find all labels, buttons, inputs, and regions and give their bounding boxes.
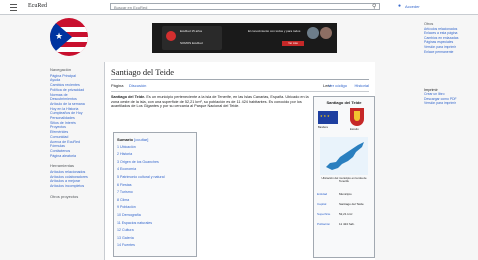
intro-bold: Santiago del Teide. xyxy=(111,95,146,99)
toc-item[interactable]: 3 Origen de los Guanches xyxy=(117,159,193,167)
tab-view-source[interactable]: Ver código xyxy=(328,83,347,88)
toc-heading: Sumario [ocultar] xyxy=(117,136,193,144)
toc-item[interactable]: 9 Población xyxy=(117,204,193,212)
page-title: Santiago del Teide xyxy=(111,67,174,77)
site-name[interactable]: EcuRed xyxy=(28,3,47,9)
top-bar: EcuRed Buscar en EcuRed ⚲ ● Acceder xyxy=(0,0,478,15)
sidebar-nav-link[interactable]: Página aleatoria xyxy=(50,154,102,159)
infobox-value: Santiago del Teide xyxy=(339,202,364,206)
toc-toggle[interactable]: [ocultar] xyxy=(134,137,148,142)
left-sidebar: Navegación Página Principal Ayuda Cambios … xyxy=(50,67,102,201)
page-tabs: Página Discusión Leer Ver código Histori… xyxy=(111,83,369,90)
tools-heading: Herramientas xyxy=(50,163,75,169)
toc-item[interactable]: 2 Historia xyxy=(117,151,193,159)
table-of-contents: Sumario [ocultar] 1 Ubicación 2 Historia 3… xyxy=(113,132,197,257)
toc-title: Sumario xyxy=(117,137,134,142)
banner-button[interactable]: Ver más xyxy=(282,41,304,46)
banner-right-text: El conocimiento con todos y para todos xyxy=(248,29,301,33)
toc-item[interactable]: 1 Ubicación xyxy=(117,144,193,152)
article-intro: Santiago del Teide. Es un municipio pert… xyxy=(111,95,311,109)
coat-of-arms-image[interactable] xyxy=(350,108,364,126)
banner-emblem xyxy=(166,31,176,41)
infobox: Santiago del Teide Bandera Escudo Ubicac… xyxy=(313,96,375,258)
infobox-value: Municipio xyxy=(339,192,352,196)
infobox-title: Santiago del Teide xyxy=(326,100,362,105)
login-link[interactable]: Acceder xyxy=(405,4,420,9)
infobox-key[interactable]: Capital xyxy=(317,202,326,207)
banner-avatar xyxy=(320,27,332,39)
menu-icon[interactable] xyxy=(10,4,17,11)
right-panel-print: Imprimir Crear un libro Descargar como PD… xyxy=(424,88,478,106)
other-projects-heading: Otros proyectos xyxy=(50,193,79,199)
search-input[interactable]: Buscar en EcuRed xyxy=(110,3,380,10)
toc-item[interactable]: 5 Patrimonio cultural y natural xyxy=(117,174,193,182)
infobox-value: 11 424 hab. xyxy=(339,222,355,226)
site-logo[interactable]: ★ xyxy=(50,18,88,56)
map-caption: Ubicación del municipio en la isla de Te… xyxy=(321,176,367,184)
toc-item[interactable]: 4 Economía xyxy=(117,166,193,174)
main-content: Santiago del Teide Página Discusión Leer… xyxy=(104,62,375,260)
tab-history[interactable]: Historial xyxy=(355,83,369,88)
navigation-heading: Navegación xyxy=(50,67,72,72)
tab-discussion[interactable]: Discusión xyxy=(129,83,146,88)
location-map[interactable] xyxy=(320,137,368,175)
title-divider xyxy=(111,79,369,80)
user-icon[interactable]: ● xyxy=(398,3,401,9)
star-icon: ★ xyxy=(55,31,64,41)
toc-item[interactable]: 8 Clima xyxy=(117,197,193,205)
banner-left-text: EcuRed 15 años xyxy=(180,29,203,33)
print-link[interactable]: Versión para imprimir xyxy=(424,101,478,105)
banner-ad[interactable]: EcuRed 15 años SOMOS EcuRed El conocimie… xyxy=(152,23,337,53)
sidebar-tool-link[interactable]: Artículos incompletos xyxy=(50,184,102,189)
infobox-key[interactable]: Población xyxy=(317,222,330,227)
toc-item[interactable]: 13 Galería xyxy=(117,235,193,243)
island-map-icon xyxy=(326,142,364,170)
shield-caption: Escudo xyxy=(350,128,359,131)
flag-caption: Bandera xyxy=(318,126,328,129)
tabs-divider xyxy=(111,91,369,92)
toc-item[interactable]: 12 Cultura xyxy=(117,227,193,235)
right-panel: Otros Artículos relacionados Enlaces a es… xyxy=(424,22,478,54)
toc-item[interactable]: 6 Fiestas xyxy=(117,182,193,190)
toc-item[interactable]: 14 Fuentes xyxy=(117,242,193,250)
search-icon[interactable]: ⚲ xyxy=(372,3,376,10)
banner-sub-text: SOMOS EcuRed xyxy=(180,41,203,45)
toc-item[interactable]: 7 Turismo xyxy=(117,189,193,197)
toc-item[interactable]: 10 Demografía xyxy=(117,212,193,220)
infobox-value: 52,21 km² xyxy=(339,212,353,216)
flag-image[interactable] xyxy=(318,111,338,124)
tab-page[interactable]: Página xyxy=(111,83,123,88)
toc-item[interactable]: 11 Espacios naturales xyxy=(117,220,193,228)
banner-avatar xyxy=(307,27,319,39)
infobox-key[interactable]: Entidad xyxy=(317,192,327,197)
right-link[interactable]: Enlace permanente xyxy=(424,50,478,55)
infobox-key[interactable]: Superficie xyxy=(317,212,330,217)
